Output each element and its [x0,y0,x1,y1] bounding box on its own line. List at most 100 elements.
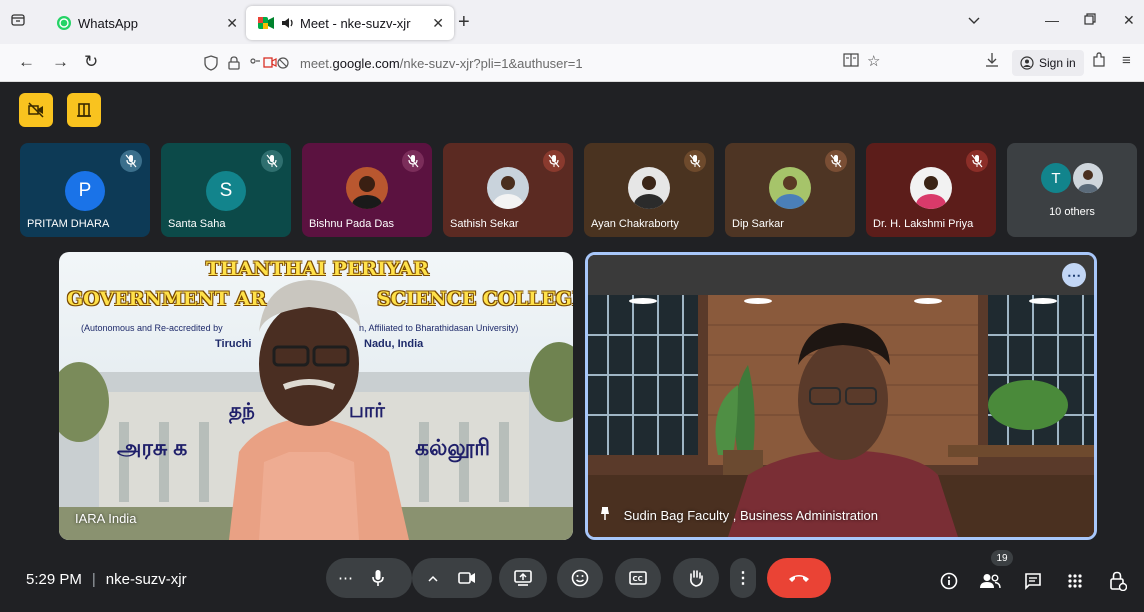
video-participant-label: Sudin Bag Faculty , Business Administrat… [600,507,878,523]
leave-call-button[interactable] [767,558,831,598]
video-tile-iara-india[interactable]: THANTHAI PERIYAR GOVERNMENT AR SCIENCE C… [59,252,573,540]
participant-name: Santa Saha [168,218,226,230]
participant-tile[interactable]: Dip Sarkar [725,143,855,237]
banner-title-line-2-right: SCIENCE COLLEGE [377,288,573,310]
clock-time: 5:29 PM [26,571,82,588]
address-bar[interactable]: meet.google.com/nke-suzv-xjr?pli=1&authu… [194,49,894,77]
video-frame [588,255,1094,537]
mic-muted-icon [543,150,565,172]
meeting-info: 5:29 PM | nke-suzv-xjr [26,571,187,588]
participant-tile[interactable]: Bishnu Pada Das [302,143,432,237]
menu-icon[interactable]: ≡ [1122,52,1131,69]
url-text: meet.google.com/nke-suzv-xjr?pli=1&authu… [300,55,583,71]
raise-hand-icon [688,569,704,587]
new-tab-icon[interactable]: + [458,11,470,34]
banner-city-right: Nadu, India [364,338,424,350]
browser-tab-bar: WhatsApp ✕ Meet - nke-suzv-xjr ✕ + — ✕ [0,0,1144,44]
more-vertical-icon: ⋮ [735,570,751,587]
video-participant-label: IARA India [75,511,137,526]
close-tab-icon[interactable]: ✕ [432,15,444,32]
back-icon[interactable]: ← [18,52,35,72]
participant-tile[interactable]: S Santa Saha [161,143,291,237]
reload-icon[interactable]: ↻ [84,52,98,72]
video-tile-sudin-bag[interactable]: ⋯ Sudin Bag Faculty , Business Administr… [585,252,1097,540]
permissions-icon[interactable] [250,56,290,70]
meeting-code: nke-suzv-xjr [105,571,187,588]
restore-icon[interactable] [1084,12,1096,28]
raise-hand-button[interactable] [673,558,719,598]
captions-icon: CC [629,571,647,585]
sign-in-button[interactable]: Sign in [1012,50,1084,76]
extensions-icon[interactable] [1092,52,1106,72]
banner-title-line-2-left: GOVERNMENT AR [67,288,266,310]
browser-nav-bar: ← → ↻ meet.google.com/nke-suzv-xjr?pli=1… [0,44,1144,82]
host-controls-icon[interactable] [1106,569,1130,593]
whatsapp-icon [56,15,72,31]
close-window-icon[interactable]: ✕ [1123,12,1135,29]
participant-name: Sathish Sekar [450,218,519,230]
camera-icon[interactable] [458,571,476,585]
tamil-text-line-1-right: பார் [349,400,385,422]
speaker-icon[interactable] [280,15,296,31]
participant-name: Dip Sarkar [732,218,784,230]
camera-control-group [412,558,492,598]
participant-tile[interactable]: P PRITAM DHARA [20,143,150,237]
reader-view-icon[interactable] [843,52,859,72]
mic-muted-icon [684,150,706,172]
participant-tile[interactable]: Ayan Chakraborty [584,143,714,237]
avatar: T [1041,163,1071,193]
reactions-button[interactable] [557,558,603,598]
shield-icon[interactable] [204,55,218,71]
avatar [910,167,952,209]
more-options-icon[interactable]: ⋯ [1062,263,1086,287]
tab-title: Meet - nke-suzv-xjr [300,15,411,31]
microphone-control-group: ⋯ [326,558,412,598]
layout-button[interactable] [67,93,101,127]
close-tab-icon[interactable]: ✕ [226,15,238,32]
forward-icon[interactable]: → [52,52,69,72]
participant-tile[interactable]: Dr. H. Lakshmi Priya [866,143,996,237]
mic-muted-icon [402,150,424,172]
participant-tile[interactable]: Sathish Sekar [443,143,573,237]
banner-title-line-1: THANTHAI PERIYAR [206,258,429,280]
tab-overflow-chevron-icon[interactable] [968,12,980,28]
tab-meet[interactable]: Meet - nke-suzv-xjr ✕ [246,6,454,40]
mic-muted-icon [261,150,283,172]
camera-off-indicator-button[interactable] [19,93,53,127]
tab-list-icon[interactable] [10,12,26,28]
tamil-text-line-1-left: தந் [229,400,255,422]
avatar: P [65,171,105,211]
meeting-details-icon[interactable] [937,569,961,593]
tab-whatsapp[interactable]: WhatsApp ✕ [44,6,248,40]
participant-name: Bishnu Pada Das [309,218,394,230]
more-options-button[interactable]: ⋮ [730,558,756,598]
tamil-text-line-2-right: கல்லூரி [415,435,491,460]
others-tile[interactable]: T 10 others [1007,143,1137,237]
pin-icon [600,507,614,523]
tamil-text-line-2-left: அரசு க [117,435,188,460]
minimize-icon[interactable]: — [1045,12,1059,28]
mic-muted-icon [120,150,142,172]
tab-title: WhatsApp [78,15,138,31]
download-icon[interactable] [985,52,999,72]
banner-subtitle-right: n, Affiliated to Bharathidasan Universit… [359,323,519,333]
avatar [346,167,388,209]
people-count-badge: 19 [991,550,1013,566]
activities-icon[interactable] [1063,569,1087,593]
captions-button[interactable]: CC [615,558,661,598]
lock-icon[interactable] [228,56,240,70]
audio-settings-more-icon[interactable]: ⋯ [338,569,353,587]
avatar: S [206,171,246,211]
meeting-controls-bar: 5:29 PM | nke-suzv-xjr ⋯ CC ⋮ 19 [0,547,1144,612]
participant-name: PRITAM DHARA [27,218,110,230]
microphone-icon[interactable] [371,569,385,587]
bookmark-star-icon[interactable]: ☆ [867,52,880,70]
avatar [628,167,670,209]
video-settings-chevron-icon[interactable] [428,575,438,582]
avatar [769,167,811,209]
present-screen-button[interactable] [499,558,547,598]
divider: | [91,571,96,588]
people-icon[interactable] [978,569,1002,593]
chat-icon[interactable] [1021,569,1045,593]
banner-subtitle-left: (Autonomous and Re-accredited by [81,323,223,333]
